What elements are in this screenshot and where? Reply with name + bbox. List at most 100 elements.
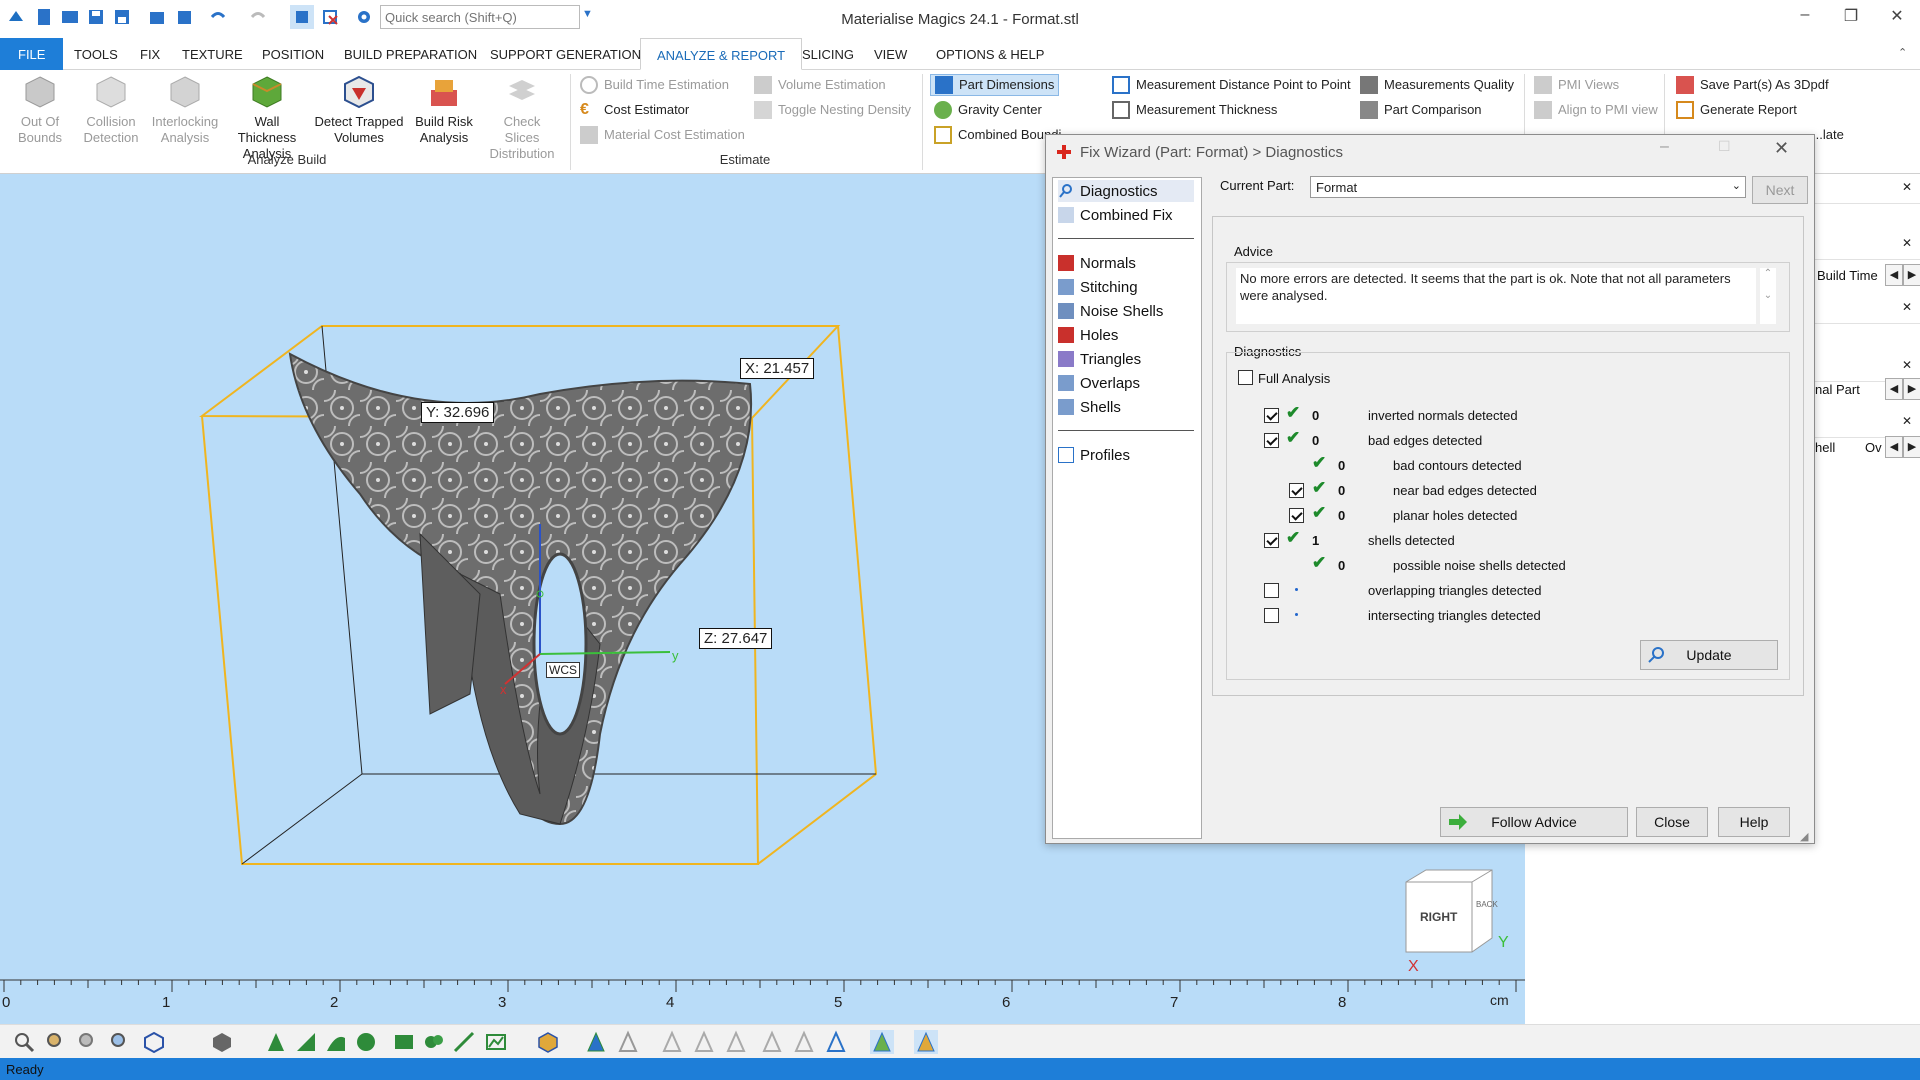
part-comparison-button[interactable]: Part Comparison [1360, 99, 1482, 121]
nav-combined-fix[interactable]: Combined Fix [1058, 204, 1173, 226]
pmi-views-button[interactable]: PMI Views [1534, 74, 1619, 96]
nav-normals[interactable]: Normals [1058, 252, 1136, 274]
minimize-button[interactable]: – [1792, 6, 1818, 30]
dialog-close-button[interactable]: ✕ [1774, 138, 1789, 159]
render-mode-icon[interactable] [210, 1030, 234, 1054]
view-cube-icon[interactable] [142, 1030, 166, 1054]
zoom-selection-icon[interactable] [108, 1030, 132, 1054]
overlapping-triangles-checkbox[interactable] [1264, 583, 1279, 598]
mark-path-icon[interactable] [452, 1030, 476, 1054]
mark-rectangle-icon[interactable] [392, 1030, 416, 1054]
triangle-tool-10-icon[interactable] [914, 1030, 938, 1054]
bad-edges-checkbox[interactable] [1264, 433, 1279, 448]
tab-fix[interactable]: FIX [132, 38, 168, 70]
tab-slicing[interactable]: SLICING [794, 38, 862, 70]
nav-profiles[interactable]: Profiles [1058, 444, 1130, 466]
zoom-icon[interactable] [12, 1030, 36, 1054]
mark-surface-icon[interactable] [324, 1030, 348, 1054]
collision-detection-button[interactable]: Collision Detection [76, 74, 146, 146]
next-arrow-button[interactable]: ▶ [1903, 378, 1920, 400]
nav-diagnostics[interactable]: Diagnostics [1058, 180, 1194, 202]
nav-holes[interactable]: Holes [1058, 324, 1118, 346]
triangle-tool-3-icon[interactable] [660, 1030, 684, 1054]
close-icon[interactable]: ✕ [1902, 236, 1912, 250]
tab-texture[interactable]: TEXTURE [174, 38, 251, 70]
save-3dpdf-button[interactable]: Save Part(s) As 3Dpdf [1676, 74, 1829, 96]
inverted-normals-checkbox[interactable] [1264, 408, 1279, 423]
mark-area-icon[interactable] [484, 1030, 508, 1054]
combined-bounding-button[interactable]: Combined Boundi [934, 124, 1061, 146]
triangle-tool-8-icon[interactable] [824, 1030, 848, 1054]
out-of-bounds-button[interactable]: Out Of Bounds [10, 74, 70, 146]
view-cube[interactable]: RIGHT BACK X Y [1400, 864, 1510, 975]
gravity-center-button[interactable]: Gravity Center [934, 99, 1042, 121]
zoom-fit-icon[interactable] [44, 1030, 68, 1054]
tab-position[interactable]: POSITION [254, 38, 332, 70]
measurements-quality-button[interactable]: Measurements Quality [1360, 74, 1514, 96]
mark-triangle-icon[interactable] [264, 1030, 288, 1054]
next-arrow-button[interactable]: ▶ [1903, 436, 1920, 458]
full-analysis-checkbox[interactable] [1238, 370, 1253, 385]
close-icon[interactable]: ✕ [1902, 180, 1912, 194]
close-dialog-button[interactable]: Close [1636, 807, 1708, 837]
prev-arrow-button[interactable]: ◀ [1885, 436, 1903, 458]
dialog-minimize-button[interactable]: – [1660, 138, 1669, 156]
generate-report-button[interactable]: Generate Report [1676, 99, 1797, 121]
current-part-select[interactable]: Format ⌄ [1310, 176, 1746, 198]
next-button[interactable]: Next [1752, 176, 1808, 204]
mark-contour-icon[interactable] [422, 1030, 446, 1054]
nav-triangles[interactable]: Triangles [1058, 348, 1141, 370]
check-slices-distribution-button[interactable]: Check Slices Distribution [482, 74, 562, 162]
close-icon[interactable]: ✕ [1902, 300, 1912, 314]
resize-grip-icon[interactable]: ◢ [1800, 830, 1808, 843]
triangle-tool-6-icon[interactable] [760, 1030, 784, 1054]
cost-estimator-button[interactable]: € Cost Estimator [580, 99, 689, 121]
wall-thickness-analysis-button[interactable]: Wall Thickness Analysis [224, 74, 310, 162]
restore-button[interactable]: ❐ [1838, 6, 1864, 30]
part-select-icon[interactable] [536, 1030, 560, 1054]
align-pmi-view-button[interactable]: Align to PMI view [1534, 99, 1658, 121]
build-risk-analysis-button[interactable]: Build Risk Analysis [410, 74, 478, 146]
tab-build-preparation[interactable]: BUILD PREPARATION [336, 38, 485, 70]
report-template-button[interactable]: ...late [1812, 124, 1844, 146]
triangle-tool-1-icon[interactable] [584, 1030, 608, 1054]
measurement-distance-button[interactable]: Measurement Distance Point to Point [1112, 74, 1351, 96]
tab-view[interactable]: VIEW [866, 38, 915, 70]
zoom-window-icon[interactable] [76, 1030, 100, 1054]
tab-file[interactable]: FILE [0, 38, 64, 70]
toggle-nesting-density-button[interactable]: Toggle Nesting Density [754, 99, 911, 121]
tab-options-help[interactable]: OPTIONS & HELP [928, 38, 1052, 70]
triangle-tool-2-icon[interactable] [616, 1030, 640, 1054]
tab-tools[interactable]: TOOLS [66, 38, 126, 70]
near-bad-edges-checkbox[interactable] [1289, 483, 1304, 498]
close-window-button[interactable]: ✕ [1884, 6, 1910, 30]
nav-shells[interactable]: Shells [1058, 396, 1121, 418]
planar-holes-checkbox[interactable] [1289, 508, 1304, 523]
measurement-thickness-button[interactable]: Measurement Thickness [1112, 99, 1277, 121]
nav-noise-shells[interactable]: Noise Shells [1058, 300, 1163, 322]
help-button[interactable]: Help [1718, 807, 1790, 837]
prev-arrow-button[interactable]: ◀ [1885, 378, 1903, 400]
follow-advice-button[interactable]: Follow Advice [1440, 807, 1628, 837]
dialog-maximize-button[interactable]: ☐ [1718, 138, 1731, 155]
close-icon[interactable]: ✕ [1902, 414, 1912, 428]
triangle-tool-5-icon[interactable] [724, 1030, 748, 1054]
tab-analyze-report[interactable]: ANALYZE & REPORT [640, 38, 803, 70]
next-arrow-button[interactable]: ▶ [1903, 264, 1920, 286]
update-button[interactable]: Update [1640, 640, 1778, 670]
prev-arrow-button[interactable]: ◀ [1885, 264, 1903, 286]
part-dimensions-button[interactable]: Part Dimensions [930, 74, 1060, 96]
detect-trapped-volumes-button[interactable]: Detect Trapped Volumes [312, 74, 406, 146]
tab-support-generation[interactable]: SUPPORT GENERATION [482, 38, 649, 70]
shells-checkbox[interactable] [1264, 533, 1279, 548]
triangle-tool-7-icon[interactable] [792, 1030, 816, 1054]
volume-estimation-button[interactable]: Volume Estimation [754, 74, 886, 96]
interlocking-analysis-button[interactable]: Interlocking Analysis [146, 74, 224, 146]
mark-shell-icon[interactable] [354, 1030, 378, 1054]
triangle-tool-4-icon[interactable] [692, 1030, 716, 1054]
triangle-tool-9-icon[interactable] [870, 1030, 894, 1054]
material-cost-estimation-button[interactable]: Material Cost Estimation [580, 124, 745, 146]
collapse-ribbon-icon[interactable]: ⌃ [1898, 46, 1907, 59]
intersecting-triangles-checkbox[interactable] [1264, 608, 1279, 623]
close-icon[interactable]: ✕ [1902, 358, 1912, 372]
